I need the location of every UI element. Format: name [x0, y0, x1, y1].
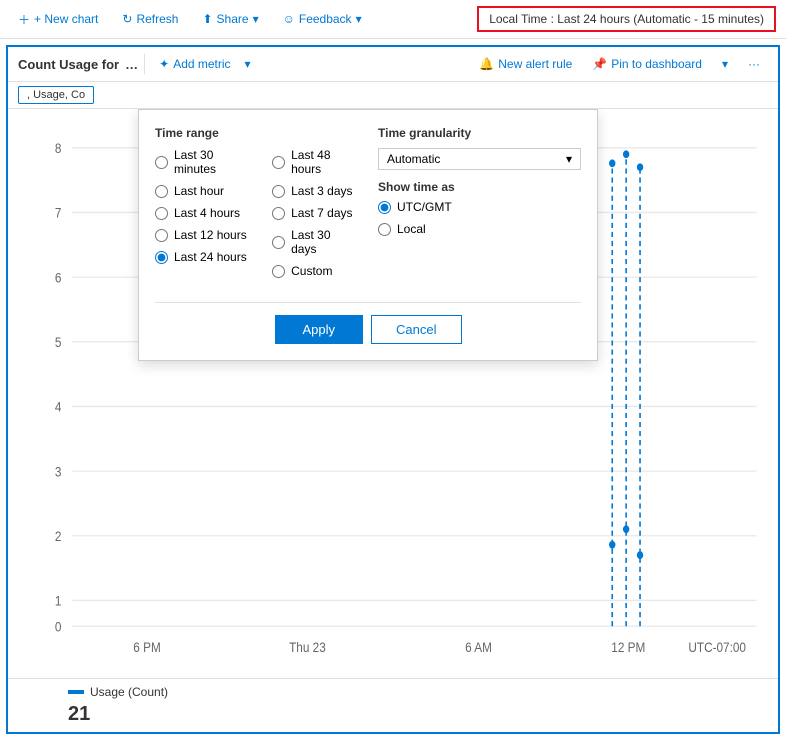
radio-24hours[interactable]: Last 24 hours [155, 250, 252, 264]
svg-text:7: 7 [55, 205, 62, 221]
filter-bar: , Usage, Co [8, 82, 778, 109]
time-display[interactable]: Local Time : Last 24 hours (Automatic - … [477, 6, 776, 32]
radio-12hours[interactable]: Last 12 hours [155, 228, 252, 242]
top-bar: ＋ + New chart ↻ Refresh ⬆ Share ▾ ☺ Feed… [0, 0, 786, 39]
svg-text:2: 2 [55, 528, 62, 544]
legend-count: 21 [68, 703, 168, 726]
toolbar-right: 🔔 New alert rule 📌 Pin to dashboard ▾ ··… [471, 53, 768, 75]
svg-text:UTC-07:00: UTC-07:00 [688, 639, 746, 655]
apply-button[interactable]: Apply [275, 315, 364, 344]
svg-text:6 PM: 6 PM [133, 639, 160, 655]
refresh-button[interactable]: ↻ Refresh [114, 8, 186, 30]
svg-text:1: 1 [55, 593, 62, 609]
chart-toolbar: Count Usage for … ✦ Add metric ▾ 🔔 New a… [8, 47, 778, 82]
feedback-label: Feedback [299, 12, 352, 26]
feedback-button[interactable]: ☺ Feedback ▾ [275, 8, 370, 30]
granularity-col: Time granularity Automatic ▾ Show time a… [378, 126, 581, 286]
bell-icon: 🔔 [479, 57, 494, 71]
share-label: Share [217, 12, 249, 26]
plus-icon: ＋ [18, 11, 30, 28]
chevron-down-icon-2: ▾ [356, 12, 362, 26]
time-popup: Time range Last 30 minutes Last hour Las… [138, 109, 598, 361]
radio-4hours[interactable]: Last 4 hours [155, 206, 252, 220]
options-right: Last 48 hours Last 3 days Last 7 days La… [272, 148, 358, 286]
legend-area: Usage (Count) 21 [8, 678, 778, 732]
filter-tag[interactable]: , Usage, Co [18, 86, 94, 104]
add-metric-button[interactable]: ✦ Add metric [151, 53, 238, 75]
svg-text:12 PM: 12 PM [611, 639, 645, 655]
legend-color-box [68, 690, 84, 694]
main-container: Count Usage for … ✦ Add metric ▾ 🔔 New a… [6, 45, 780, 734]
legend-label: Usage (Count) [90, 685, 168, 699]
time-range-col: Time range Last 30 minutes Last hour Las… [155, 126, 358, 286]
share-button[interactable]: ⬆ Share ▾ [194, 8, 266, 30]
collapse-button[interactable]: ▾ [714, 53, 736, 75]
options-left: Last 30 minutes Last hour Last 4 hours L… [155, 148, 252, 286]
granularity-select[interactable]: Automatic ▾ [378, 148, 581, 170]
svg-text:6 AM: 6 AM [465, 639, 492, 655]
popup-footer: Apply Cancel [155, 302, 581, 344]
dropdown-arrow-icon: ▾ [566, 152, 572, 166]
new-chart-button[interactable]: ＋ + New chart [10, 7, 106, 32]
radio-30days[interactable]: Last 30 days [272, 228, 358, 256]
chart-title: Count Usage for [18, 57, 119, 72]
radio-utc[interactable]: UTC/GMT [378, 200, 581, 214]
radio-1hour[interactable]: Last hour [155, 184, 252, 198]
new-alert-button[interactable]: 🔔 New alert rule [471, 53, 580, 75]
feedback-icon: ☺ [283, 12, 295, 26]
radio-7days[interactable]: Last 7 days [272, 206, 358, 220]
refresh-icon: ↻ [122, 12, 132, 26]
chart-title-suffix: … [125, 57, 138, 72]
share-icon: ⬆ [202, 12, 212, 26]
new-chart-label: + New chart [34, 12, 98, 26]
time-range-header: Time range [155, 126, 358, 140]
show-time-label: Show time as [378, 180, 581, 194]
svg-text:6: 6 [55, 269, 62, 285]
radio-30min[interactable]: Last 30 minutes [155, 148, 252, 176]
chevron-down-icon: ▾ [253, 12, 259, 26]
radio-48hours[interactable]: Last 48 hours [272, 148, 358, 176]
svg-text:Thu 23: Thu 23 [289, 639, 326, 655]
pin-dashboard-button[interactable]: 📌 Pin to dashboard [584, 53, 710, 75]
chart-area: Time range Last 30 minutes Last hour Las… [8, 109, 778, 678]
cancel-button[interactable]: Cancel [371, 315, 461, 344]
radio-local[interactable]: Local [378, 222, 581, 236]
granularity-header: Time granularity [378, 126, 581, 140]
chevron-down-icon-3[interactable]: ▾ [245, 57, 251, 71]
svg-text:4: 4 [55, 399, 62, 415]
toolbar-separator-1 [144, 54, 145, 74]
popup-columns: Time range Last 30 minutes Last hour Las… [155, 126, 581, 286]
radio-3days[interactable]: Last 3 days [272, 184, 358, 198]
more-options-button[interactable]: ··· [740, 53, 768, 75]
add-metric-icon: ✦ [159, 57, 169, 71]
legend-item: Usage (Count) 21 [68, 685, 168, 726]
svg-text:8: 8 [55, 140, 62, 156]
radio-custom[interactable]: Custom [272, 264, 358, 278]
svg-text:5: 5 [55, 334, 62, 350]
svg-text:0: 0 [55, 618, 62, 634]
svg-text:3: 3 [55, 463, 62, 479]
granularity-value: Automatic [387, 152, 440, 166]
refresh-label: Refresh [136, 12, 178, 26]
pin-icon: 📌 [592, 57, 607, 71]
